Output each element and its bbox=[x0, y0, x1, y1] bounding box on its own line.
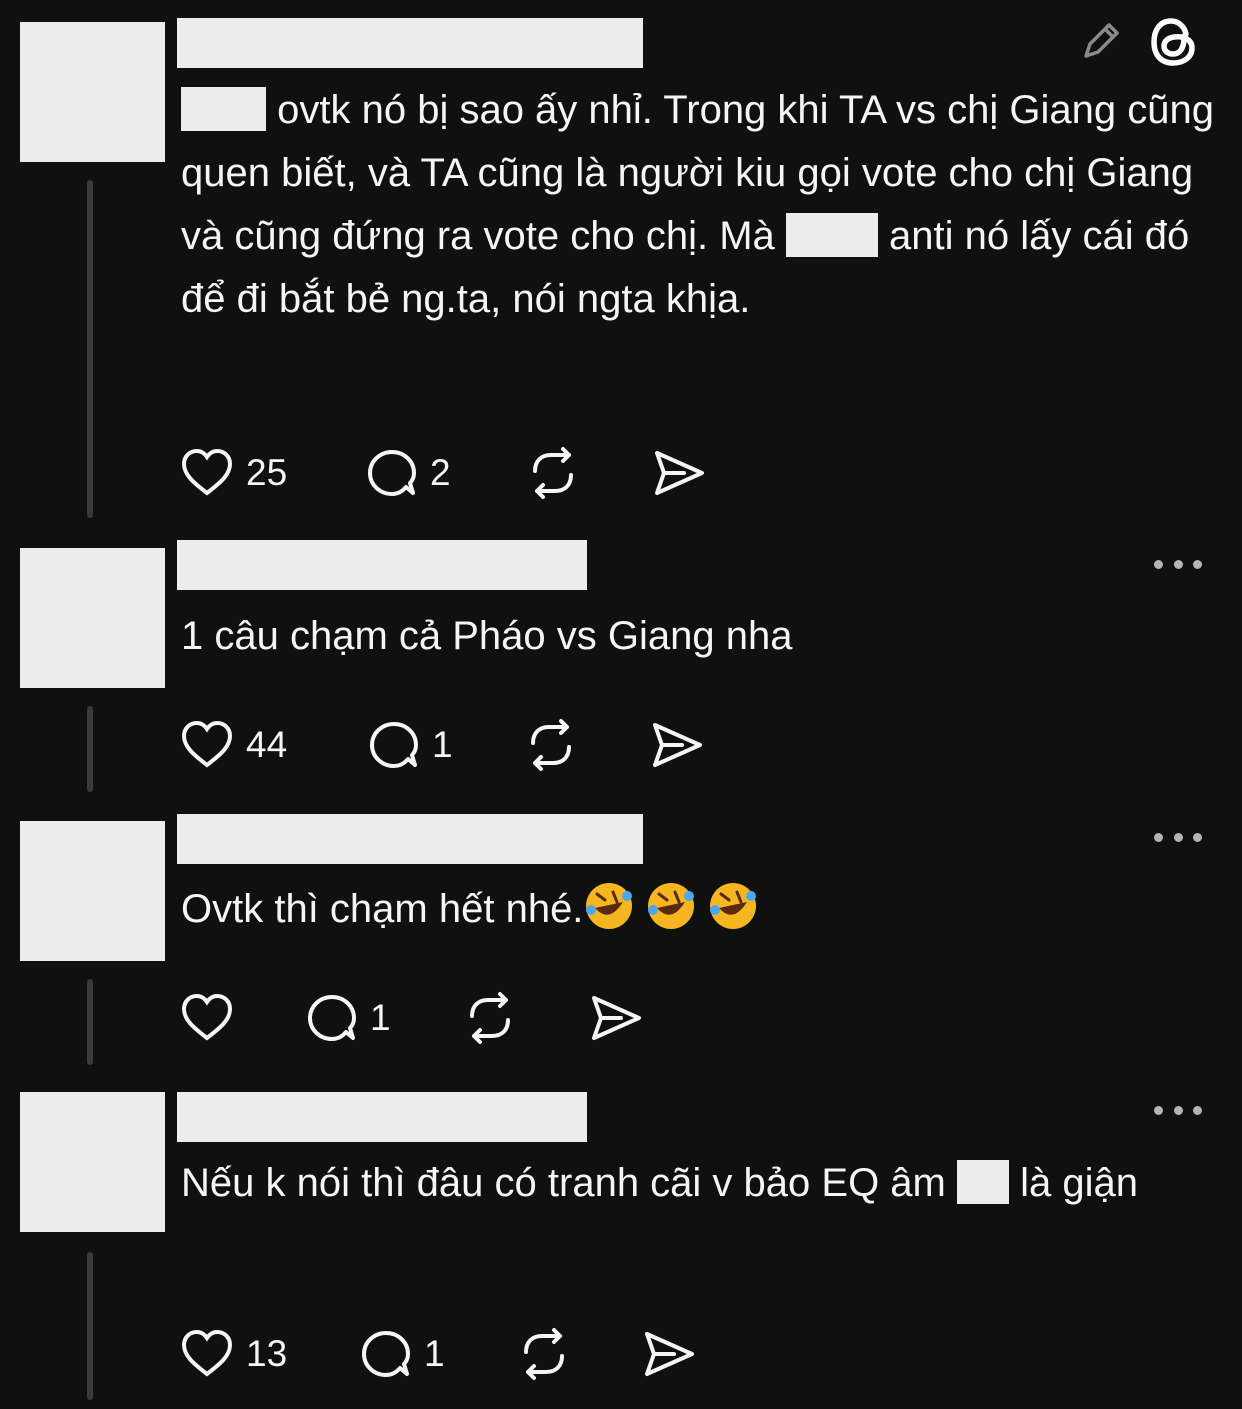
like-count: 25 bbox=[246, 452, 288, 493]
like-count: 44 bbox=[246, 724, 288, 765]
repost-icon bbox=[470, 992, 510, 1044]
comment-icon bbox=[370, 722, 418, 768]
send-icon bbox=[645, 1332, 694, 1376]
heart-icon bbox=[181, 448, 233, 496]
send-icon bbox=[655, 451, 704, 495]
thread-line bbox=[87, 1252, 93, 1400]
rolling-on-floor-laughing-emoji bbox=[648, 883, 695, 929]
repost-icon bbox=[531, 719, 571, 771]
username-redacted[interactable] bbox=[177, 814, 643, 864]
reply-count: 1 bbox=[370, 997, 391, 1038]
threads-logo-icon[interactable] bbox=[1146, 14, 1202, 70]
post-text: ovtk nó bị sao ấy nhỉ. Trong khi TA vs c… bbox=[181, 79, 1221, 331]
redaction-block bbox=[785, 213, 878, 257]
repost-icon bbox=[533, 447, 573, 499]
share-button[interactable] bbox=[642, 1324, 696, 1384]
reply-button[interactable]: 1 bbox=[368, 715, 453, 775]
rolling-on-floor-laughing-emoji bbox=[586, 883, 633, 929]
more-dots-icon[interactable] bbox=[1154, 833, 1202, 845]
comment-icon bbox=[308, 995, 356, 1041]
repost-button[interactable] bbox=[525, 443, 581, 503]
reply-count: 1 bbox=[432, 724, 453, 765]
text-part: là giận bbox=[1020, 1161, 1138, 1205]
avatar[interactable] bbox=[20, 548, 165, 688]
share-button[interactable] bbox=[650, 715, 704, 775]
avatar[interactable] bbox=[20, 821, 165, 961]
post-text: Ovtk thì chạm hết nhé. bbox=[181, 878, 1221, 941]
comment-icon bbox=[362, 1331, 410, 1377]
comment-icon bbox=[368, 450, 416, 496]
heart-icon bbox=[181, 1329, 233, 1377]
send-icon bbox=[653, 723, 702, 767]
avatar[interactable] bbox=[20, 1092, 165, 1232]
username-redacted[interactable] bbox=[177, 18, 643, 68]
username-redacted[interactable] bbox=[177, 540, 587, 590]
action-bar: 1 bbox=[180, 988, 680, 1048]
thread-line bbox=[87, 706, 93, 792]
redaction-block bbox=[181, 87, 266, 131]
text-part: Nếu k nói thì đâu có tranh cãi v bảo EQ … bbox=[181, 1161, 946, 1205]
reply-button[interactable]: 1 bbox=[360, 1324, 445, 1384]
repost-button[interactable] bbox=[462, 988, 518, 1048]
action-bar: 25 2 bbox=[180, 443, 740, 503]
more-dots-icon[interactable] bbox=[1154, 1106, 1202, 1118]
reply-button[interactable]: 2 bbox=[366, 443, 451, 503]
like-button[interactable]: 25 bbox=[180, 443, 287, 503]
like-button[interactable]: 13 bbox=[180, 1324, 287, 1384]
text-part: Ovtk thì chạm hết nhé. bbox=[181, 887, 584, 931]
share-button[interactable] bbox=[652, 443, 706, 503]
thread-line bbox=[87, 979, 93, 1065]
more-dots-icon[interactable] bbox=[1154, 560, 1202, 572]
action-bar: 13 1 bbox=[180, 1324, 740, 1384]
reply-button[interactable]: 1 bbox=[306, 988, 391, 1048]
repost-button[interactable] bbox=[523, 715, 579, 775]
heart-icon bbox=[181, 720, 233, 768]
reply-count: 2 bbox=[430, 452, 451, 493]
like-button[interactable]: 44 bbox=[180, 715, 287, 775]
reply-count: 1 bbox=[424, 1333, 445, 1374]
like-button[interactable] bbox=[180, 988, 246, 1048]
rolling-on-floor-laughing-emoji bbox=[710, 883, 757, 929]
thread-line bbox=[87, 180, 93, 518]
repost-button[interactable] bbox=[516, 1324, 572, 1384]
username-redacted[interactable] bbox=[177, 1092, 587, 1142]
action-bar: 44 1 bbox=[180, 715, 740, 775]
send-icon bbox=[592, 996, 641, 1040]
redaction-block bbox=[957, 1160, 1009, 1204]
like-count: 13 bbox=[246, 1333, 288, 1374]
share-button[interactable] bbox=[589, 988, 643, 1048]
pencil-icon[interactable] bbox=[1076, 16, 1126, 66]
post-text: 1 câu chạm cả Pháo vs Giang nha bbox=[181, 614, 793, 658]
heart-icon bbox=[181, 993, 233, 1041]
avatar[interactable] bbox=[20, 22, 165, 162]
header-icons bbox=[1076, 14, 1206, 70]
repost-icon bbox=[524, 1328, 564, 1380]
post-text: Nếu k nói thì đâu có tranh cãi v bảo EQ … bbox=[181, 1152, 1221, 1215]
